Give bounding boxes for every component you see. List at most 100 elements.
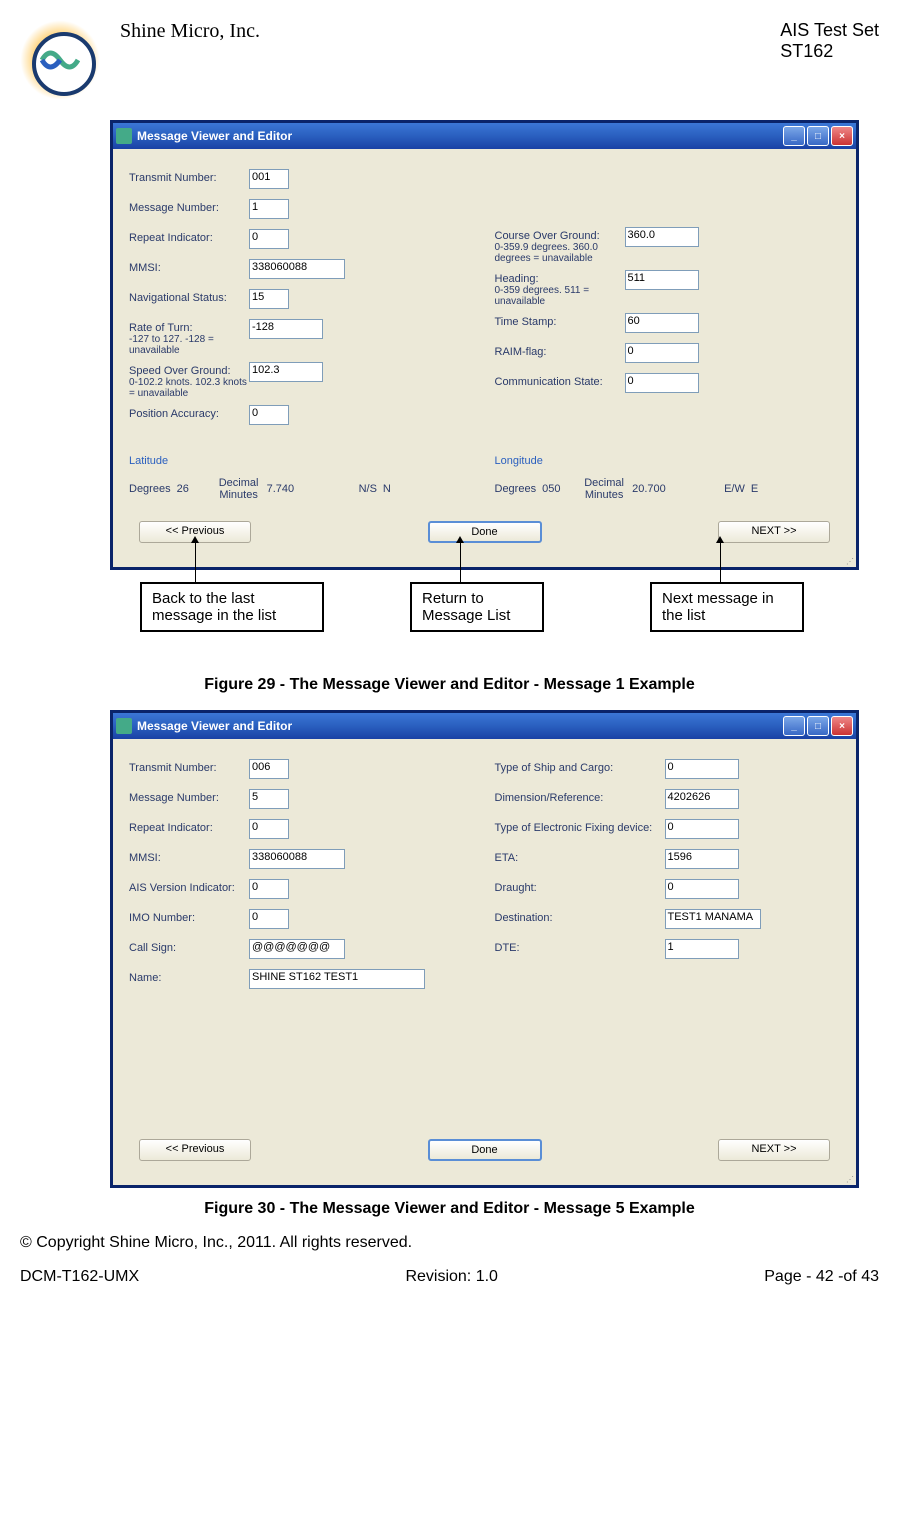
lon-ew-field[interactable]: E	[751, 483, 769, 495]
form-row: Communication State:0	[495, 373, 841, 397]
callout-next: Next message in the list	[650, 582, 804, 632]
callout-done: Return to Message List	[410, 582, 544, 632]
field-label: Rate of Turn:	[129, 319, 249, 334]
form-row: Message Number:1	[129, 199, 475, 223]
input-field[interactable]: 360.0	[625, 227, 699, 247]
field-label: Position Accuracy:	[129, 405, 249, 420]
input-field[interactable]: TEST1 MANAMA	[665, 909, 761, 929]
form-row: Name:SHINE ST162 TEST1	[129, 969, 475, 993]
input-field[interactable]: 0	[625, 343, 699, 363]
input-field[interactable]: 60	[625, 313, 699, 333]
form-row: Type of Electronic Fixing device:0	[495, 819, 841, 843]
minimize-button[interactable]: _	[783, 126, 805, 146]
field-label: Dimension/Reference:	[495, 789, 665, 804]
app-icon	[116, 128, 132, 144]
input-field[interactable]: 338060088	[249, 849, 345, 869]
done-button[interactable]: Done	[428, 1139, 542, 1161]
figure-30-caption: Figure 30 - The Message Viewer and Edito…	[20, 1200, 879, 1218]
input-field[interactable]: 0	[665, 819, 739, 839]
window-msg5: Message Viewer and Editor _ □ × Transmit…	[110, 710, 859, 1188]
form-row: IMO Number:0	[129, 909, 475, 933]
form-row: Destination:TEST1 MANAMA	[495, 909, 841, 933]
field-label: Speed Over Ground:	[129, 362, 249, 377]
field-label: Heading:	[495, 270, 625, 285]
close-button[interactable]: ×	[831, 716, 853, 736]
callout-prev: Back to the last message in the list	[140, 582, 324, 632]
input-field[interactable]: 1	[665, 939, 739, 959]
field-label: Draught:	[495, 879, 665, 894]
form-row: Course Over Ground:0-359.9 degrees. 360.…	[495, 227, 841, 264]
next-button[interactable]: NEXT >>	[718, 521, 830, 543]
form-row: Position Accuracy:0	[129, 405, 475, 429]
form-row: Draught:0	[495, 879, 841, 903]
form-row: AIS Version Indicator:0	[129, 879, 475, 903]
form-row: Rate of Turn:-127 to 127. -128 = unavail…	[129, 319, 475, 356]
form-row: ETA:1596	[495, 849, 841, 873]
input-field: 1	[249, 199, 289, 219]
input-field[interactable]: 15	[249, 289, 289, 309]
field-label: MMSI:	[129, 259, 249, 274]
next-button[interactable]: NEXT >>	[718, 1139, 830, 1161]
input-field[interactable]: 006	[249, 759, 289, 779]
lon-degrees-field[interactable]: 050	[542, 483, 576, 495]
window-msg1: Message Viewer and Editor _ □ × Transmit…	[110, 120, 859, 570]
field-label: Message Number:	[129, 199, 249, 214]
field-label: Name:	[129, 969, 249, 984]
input-field[interactable]: 0	[249, 819, 289, 839]
company-logo	[20, 20, 100, 100]
form-row: RAIM-flag:0	[495, 343, 841, 367]
input-field[interactable]: 338060088	[249, 259, 345, 279]
input-field[interactable]: 0	[625, 373, 699, 393]
input-field[interactable]: 102.3	[249, 362, 323, 382]
input-field[interactable]: 0	[665, 759, 739, 779]
field-label: MMSI:	[129, 849, 249, 864]
input-field[interactable]: 0	[249, 405, 289, 425]
input-field[interactable]: 0	[249, 879, 289, 899]
field-label: Transmit Number:	[129, 169, 249, 184]
form-row: Speed Over Ground:0-102.2 knots. 102.3 k…	[129, 362, 475, 399]
field-hint: 0-359 degrees. 511 = unavailable	[495, 285, 625, 307]
input-field[interactable]: 0	[665, 879, 739, 899]
input-field[interactable]: 001	[249, 169, 289, 189]
minimize-button[interactable]: _	[783, 716, 805, 736]
input-field[interactable]: 4202626	[665, 789, 739, 809]
callouts: Back to the last message in the list Ret…	[20, 574, 879, 664]
field-label: Course Over Ground:	[495, 227, 625, 242]
field-hint: 0-359.9 degrees. 360.0 degrees = unavail…	[495, 242, 625, 264]
input-field[interactable]: 511	[625, 270, 699, 290]
maximize-button[interactable]: □	[807, 716, 829, 736]
maximize-button[interactable]: □	[807, 126, 829, 146]
form-row: Navigational Status:15	[129, 289, 475, 313]
input-field[interactable]: 1596	[665, 849, 739, 869]
form-row: Message Number:5	[129, 789, 475, 813]
input-field[interactable]: 0	[249, 909, 289, 929]
input-field[interactable]: -128	[249, 319, 323, 339]
form-row: Type of Ship and Cargo:0	[495, 759, 841, 783]
figure-29-caption: Figure 29 - The Message Viewer and Edito…	[20, 676, 879, 694]
lon-minutes-field[interactable]: 20.700	[632, 483, 700, 495]
field-label: Type of Electronic Fixing device:	[495, 819, 665, 834]
form-row: DTE:1	[495, 939, 841, 963]
field-label: Transmit Number:	[129, 759, 249, 774]
form-row: Dimension/Reference:4202626	[495, 789, 841, 813]
form-row: Heading:0-359 degrees. 511 = unavailable…	[495, 270, 841, 307]
input-field[interactable]: @@@@@@@	[249, 939, 345, 959]
footer-row: DCM-T162-UMX Revision: 1.0 Page - 42 -of…	[20, 1268, 879, 1286]
doc-id: DCM-T162-UMX	[20, 1268, 139, 1286]
page-number: Page - 42 -of 43	[764, 1268, 879, 1286]
form-row: Repeat Indicator:0	[129, 819, 475, 843]
lat-degrees-field[interactable]: 26	[177, 483, 211, 495]
resize-grip[interactable]: ⋰	[113, 1177, 856, 1185]
previous-button[interactable]: << Previous	[139, 1139, 251, 1161]
lat-ns-field[interactable]: N	[383, 483, 401, 495]
lat-minutes-field[interactable]: 7.740	[267, 483, 335, 495]
form-row: Transmit Number:001	[129, 169, 475, 193]
field-label: Communication State:	[495, 373, 625, 388]
input-field[interactable]: SHINE ST162 TEST1	[249, 969, 425, 989]
input-field[interactable]: 0	[249, 229, 289, 249]
company-name: Shine Micro, Inc.	[120, 20, 780, 43]
done-button[interactable]: Done	[428, 521, 542, 543]
resize-grip[interactable]: ⋰	[113, 559, 856, 567]
close-button[interactable]: ×	[831, 126, 853, 146]
page-header: Shine Micro, Inc. AIS Test Set ST162	[20, 20, 879, 100]
